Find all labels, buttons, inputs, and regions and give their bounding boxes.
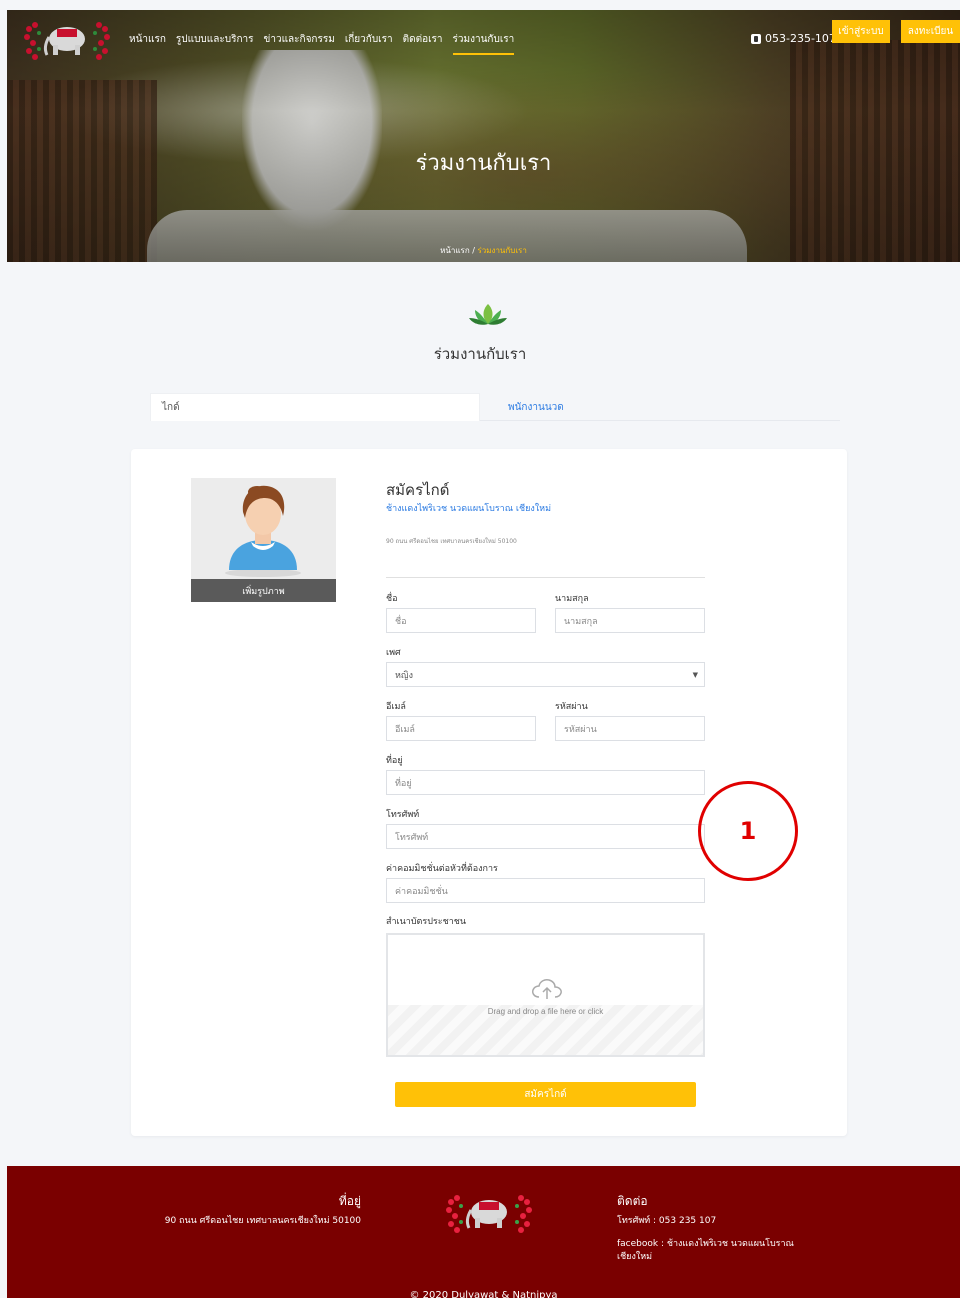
id-card-dropzone[interactable]: Drag and drop a file here or click xyxy=(386,933,705,1057)
avatar-icon xyxy=(225,485,301,577)
tab-guide[interactable]: ไกด์ xyxy=(150,393,480,421)
last-name-label: นามสกุล xyxy=(555,594,589,604)
menu-about[interactable]: เกี่ยวกับเรา xyxy=(345,32,393,55)
first-name-input[interactable]: ชื่อ xyxy=(386,608,536,633)
hero-banner: หน้าแรก รูปแบบและบริการ ข่าวและกิจกรรม เ… xyxy=(7,10,960,262)
role-tabs: ไกด์ พนักงานนวด xyxy=(150,393,840,421)
phone-label: โทรศัพท์ xyxy=(386,810,420,820)
phone-input[interactable]: โทรศัพท์ xyxy=(386,824,705,849)
id-card-label: สำเนาบัตรประชาชน xyxy=(386,917,467,927)
main-menu: หน้าแรก รูปแบบและบริการ ข่าวและกิจกรรม เ… xyxy=(129,32,515,55)
section-title: ร่วมงานกับเรา xyxy=(433,345,527,363)
last-name-input[interactable]: นามสกุล xyxy=(555,608,705,633)
email-input[interactable]: อีเมล์ xyxy=(386,716,536,741)
gender-label: เพศ xyxy=(386,648,401,658)
top-nav: หน้าแรก รูปแบบและบริการ ข่าวและกิจกรรม เ… xyxy=(7,10,960,60)
breadcrumb: หน้าแรก / ร่วมงานกับเรา xyxy=(7,244,960,257)
first-name-label: ชื่อ xyxy=(386,594,398,604)
gender-select-value: หญิง xyxy=(395,670,413,681)
add-photo-button[interactable]: เพิ่มรูปภาพ xyxy=(191,579,336,602)
footer-facebook-link[interactable]: facebook : ช้างแดงไพริเวช นวดแผนโบราณ เช… xyxy=(617,1238,827,1264)
phone-icon xyxy=(751,33,761,44)
form-title: สมัครไกด์ xyxy=(386,481,450,499)
form-address-note: 90 ถนน ศรีดอนไชย เทศบาลนครเชียงใหม่ 5010… xyxy=(386,538,517,545)
elephant-logo-icon[interactable] xyxy=(17,15,117,63)
commission-label: ค่าคอมมิชชั่นต่อหัวที่ต้องการ xyxy=(386,864,498,874)
email-label: อีเมล์ xyxy=(386,702,406,712)
login-button[interactable]: เข้าสู่ระบบ xyxy=(832,20,890,43)
address-label: ที่อยู่ xyxy=(386,756,403,766)
annotation-marker: 1 xyxy=(698,781,798,881)
nav-phone-number: 053-235-107 xyxy=(765,32,836,45)
footer-copyright: © 2020 Dulyawat & Natnipya xyxy=(409,1290,558,1298)
hero-title: ร่วมงานกับเรา xyxy=(415,151,552,176)
form-subtitle[interactable]: ช้างแดงไพริเวช นวดแผนโบราณ เชียงใหม่ xyxy=(386,501,551,515)
footer-address-title: ที่อยู่ xyxy=(338,1194,361,1208)
password-input[interactable]: รหัสผ่าน xyxy=(555,716,705,741)
dropzone-text: Drag and drop a file here or click xyxy=(487,1007,604,1016)
footer: ที่อยู่ 90 ถนน ศรีดอนไชย เทศบาลนครเชียงใ… xyxy=(7,1166,960,1298)
avatar xyxy=(191,478,336,579)
footer-address: 90 ถนน ศรีดอนไชย เทศบาลนครเชียงใหม่ 5010… xyxy=(164,1216,361,1226)
chevron-down-icon: ▼ xyxy=(692,671,698,679)
nav-phone[interactable]: 053-235-107 xyxy=(751,32,836,45)
lotus-icon xyxy=(469,304,507,325)
commission-input[interactable]: ค่าคอมมิชชั่น xyxy=(386,878,705,903)
gender-select[interactable]: หญิง ▼ xyxy=(386,662,705,687)
menu-join-us[interactable]: ร่วมงานกับเรา xyxy=(452,32,515,55)
footer-contact-title: ติดต่อ xyxy=(617,1194,648,1208)
register-button[interactable]: ลงทะเบียน xyxy=(901,20,960,43)
breadcrumb-current: ร่วมงานกับเรา xyxy=(477,246,527,255)
address-input[interactable]: ที่อยู่ xyxy=(386,770,705,795)
submit-guide-button[interactable]: สมัครไกด์ xyxy=(395,1082,696,1107)
breadcrumb-home[interactable]: หน้าแรก xyxy=(440,246,470,255)
menu-services[interactable]: รูปแบบและบริการ xyxy=(176,32,254,55)
footer-phone: โทรศัพท์ : 053 235 107 xyxy=(617,1216,717,1226)
menu-contact[interactable]: ติดต่อเรา xyxy=(403,32,443,55)
tab-masseuse[interactable]: พนักงานนวด xyxy=(480,393,564,421)
footer-elephant-logo-icon xyxy=(446,1195,532,1233)
menu-news[interactable]: ข่าวและกิจกรรม xyxy=(264,32,335,55)
password-label: รหัสผ่าน xyxy=(555,702,588,712)
form-divider xyxy=(386,577,705,578)
menu-home[interactable]: หน้าแรก xyxy=(129,32,166,55)
cloud-upload-icon xyxy=(532,979,562,999)
